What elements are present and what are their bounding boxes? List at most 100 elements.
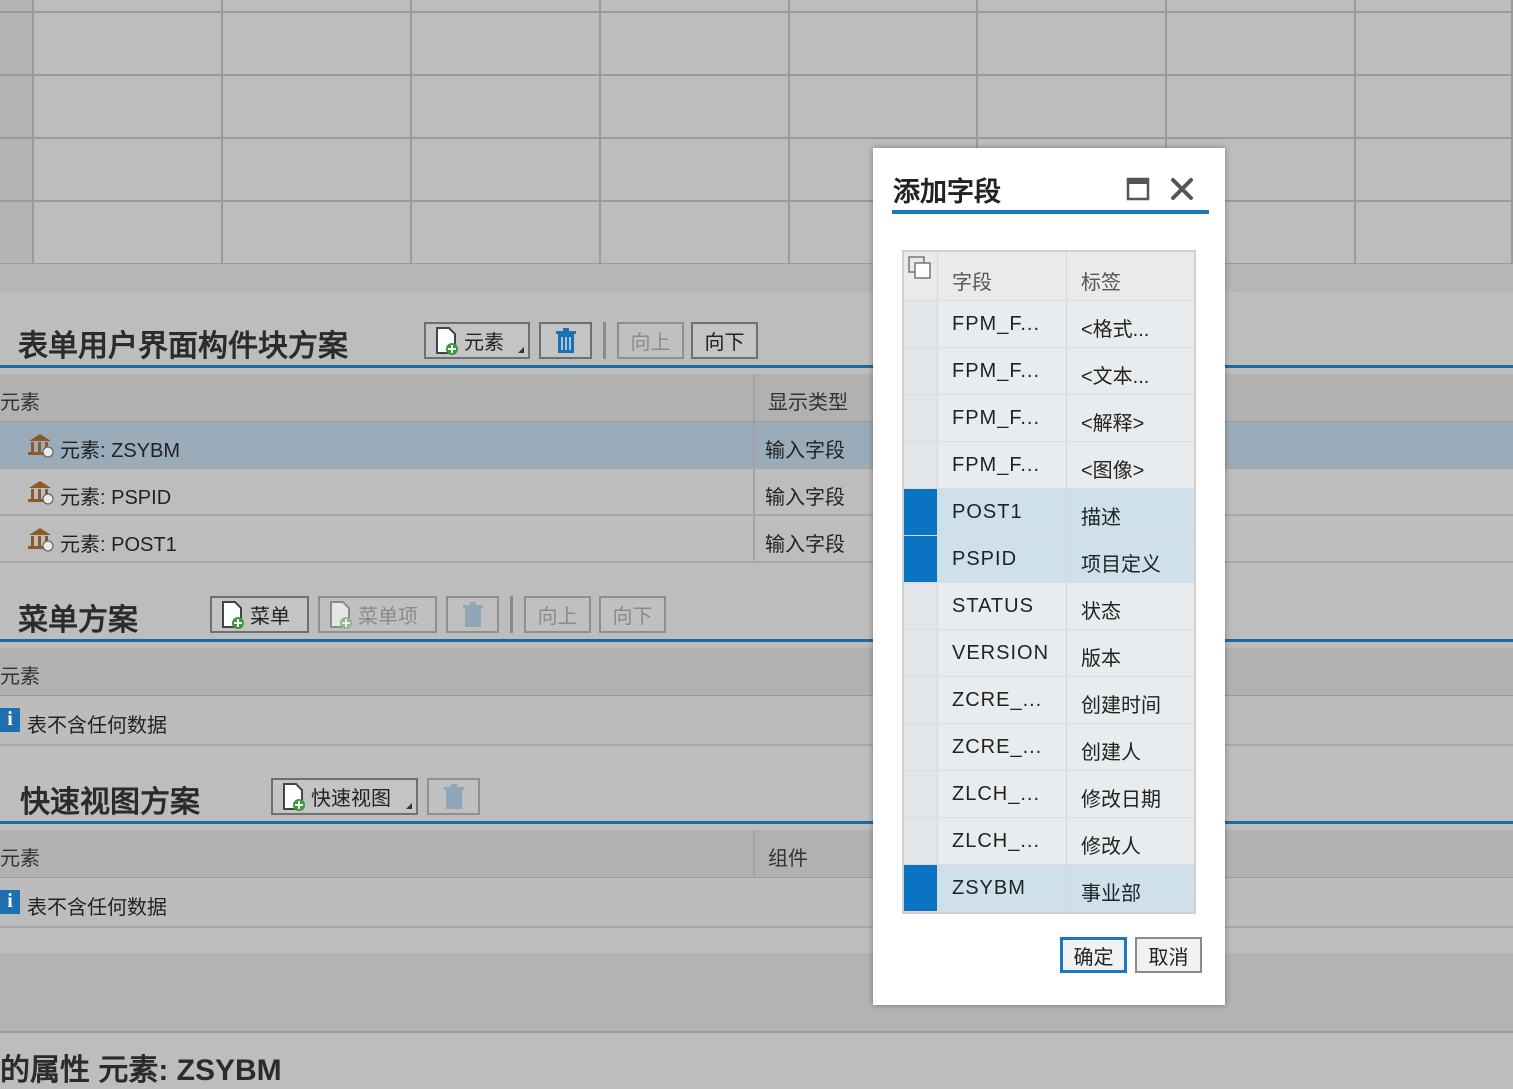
table-row[interactable]: 元素: POST1 输入字段 (0, 516, 1513, 563)
move-down-button[interactable]: 向下 (691, 322, 758, 359)
close-icon[interactable] (1169, 176, 1195, 207)
row-selector[interactable] (904, 818, 938, 864)
dropdown-corner-icon (518, 347, 524, 353)
grid-cell (1356, 76, 1513, 139)
column-separator (1066, 252, 1067, 300)
column-header-element: 元素 (0, 392, 40, 414)
column-separator (1066, 630, 1067, 676)
field-label: <解释> (1081, 413, 1145, 435)
row-selector[interactable] (904, 583, 938, 629)
dropdown-corner-icon (406, 803, 412, 809)
trash-icon (443, 783, 464, 809)
row-selector[interactable] (904, 771, 938, 817)
maximize-icon[interactable] (1126, 177, 1150, 206)
row-selector[interactable] (904, 724, 938, 770)
grid-cell (1356, 0, 1513, 13)
element-name: 元素: POST1 (60, 534, 177, 556)
row-selector[interactable] (904, 395, 938, 441)
field-row[interactable]: FPM_F... <文本... (904, 348, 1194, 395)
field-row[interactable]: ZLCH_... 修改人 (904, 818, 1194, 865)
menu-move-up-button[interactable]: 向上 (524, 596, 591, 633)
field-label: 事业部 (1081, 883, 1141, 905)
quickview-scheme-title: 快速视图方案 (20, 786, 200, 819)
field-row[interactable]: VERSION 版本 (904, 630, 1194, 677)
field-row[interactable]: ZSYBM 事业部 (904, 865, 1194, 912)
field-label: 项目定义 (1081, 554, 1161, 576)
grid-cell (790, 76, 978, 139)
grid-cell (790, 13, 978, 76)
field-row[interactable]: ZCRE_... 创建时间 (904, 677, 1194, 724)
grid-cell (978, 76, 1167, 139)
field-table: 字段 标签 FPM_F... <格式... FPM_F... <文本... FPM_F.… (902, 250, 1196, 914)
empty-table-message: 表不含任何数据 (27, 897, 167, 919)
column-header-display-type: 显示类型 (768, 392, 848, 414)
add-menu-item-button[interactable]: 菜单项 (318, 596, 437, 633)
field-label: 描述 (1081, 507, 1121, 529)
row-selector[interactable] (904, 630, 938, 676)
field-name: VERSION (952, 642, 1050, 664)
properties-title: 的属性 元素: ZSYBM (0, 1054, 282, 1087)
element-icon (26, 526, 54, 558)
info-icon: i (0, 708, 20, 732)
grid-cell (34, 0, 223, 13)
grid-cell (978, 13, 1167, 76)
table-row[interactable]: 元素: ZSYBM 输入字段 (0, 422, 1513, 469)
field-name: FPM_F... (952, 313, 1041, 335)
field-name: ZLCH_... (952, 783, 1041, 805)
field-row[interactable]: FPM_F... <格式... (904, 301, 1194, 348)
grid-cell (1167, 76, 1356, 139)
row-selector[interactable] (904, 489, 938, 535)
add-quickview-button[interactable]: 快速视图 (271, 778, 418, 815)
table-row[interactable]: 元素: PSPID 输入字段 (0, 469, 1513, 516)
field-row[interactable]: POST1 描述 (904, 489, 1194, 536)
add-element-button[interactable]: 元素 (424, 322, 530, 359)
column-separator (753, 469, 755, 514)
new-document-icon (283, 782, 305, 811)
dialog-title-underline (892, 210, 1209, 214)
column-header-field: 字段 (952, 272, 992, 294)
field-row[interactable]: STATUS 状态 (904, 583, 1194, 630)
column-separator (1066, 395, 1067, 441)
column-separator (1066, 865, 1067, 911)
add-menu-button[interactable]: 菜单 (210, 596, 309, 633)
grid-cell (412, 13, 601, 76)
info-icon: i (0, 890, 20, 914)
grid-cell (790, 0, 978, 13)
row-selector[interactable] (904, 348, 938, 394)
grid-cell (601, 13, 790, 76)
column-separator (1066, 301, 1067, 347)
empty-table-message: 表不含任何数据 (27, 715, 167, 737)
field-name: ZCRE_... (952, 689, 1043, 711)
delete-quickview-button[interactable] (427, 778, 480, 815)
column-separator (1066, 442, 1067, 488)
delete-element-button[interactable] (539, 322, 592, 359)
row-selector[interactable] (904, 536, 938, 582)
row-selector[interactable] (904, 301, 938, 347)
field-row[interactable]: FPM_F... <解释> (904, 395, 1194, 442)
row-selector[interactable] (904, 865, 938, 911)
field-row[interactable]: ZLCH_... 修改日期 (904, 771, 1194, 818)
field-row[interactable]: PSPID 项目定义 (904, 536, 1194, 583)
grid-cell (34, 76, 223, 139)
column-header-label: 标签 (1081, 272, 1121, 294)
select-all-icon[interactable] (904, 252, 938, 300)
field-table-header: 字段 标签 (904, 252, 1194, 301)
field-label: 版本 (1081, 648, 1121, 670)
ok-button[interactable]: 确定 (1060, 937, 1127, 973)
column-separator (753, 516, 755, 561)
grid-cell (1167, 0, 1356, 13)
trash-icon (555, 327, 576, 353)
row-selector[interactable] (904, 677, 938, 723)
grid-cell (0, 13, 34, 76)
section-divider (0, 365, 1513, 368)
move-up-button[interactable]: 向上 (617, 322, 684, 359)
grid-cell (223, 202, 412, 265)
field-row[interactable]: ZCRE_... 创建人 (904, 724, 1194, 771)
delete-menu-button[interactable] (446, 596, 499, 633)
cancel-button[interactable]: 取消 (1135, 937, 1202, 973)
field-row[interactable]: FPM_F... <图像> (904, 442, 1194, 489)
row-selector[interactable] (904, 442, 938, 488)
grid-cell (0, 139, 34, 202)
column-header-element: 元素 (0, 848, 40, 870)
menu-move-down-button[interactable]: 向下 (599, 596, 666, 633)
